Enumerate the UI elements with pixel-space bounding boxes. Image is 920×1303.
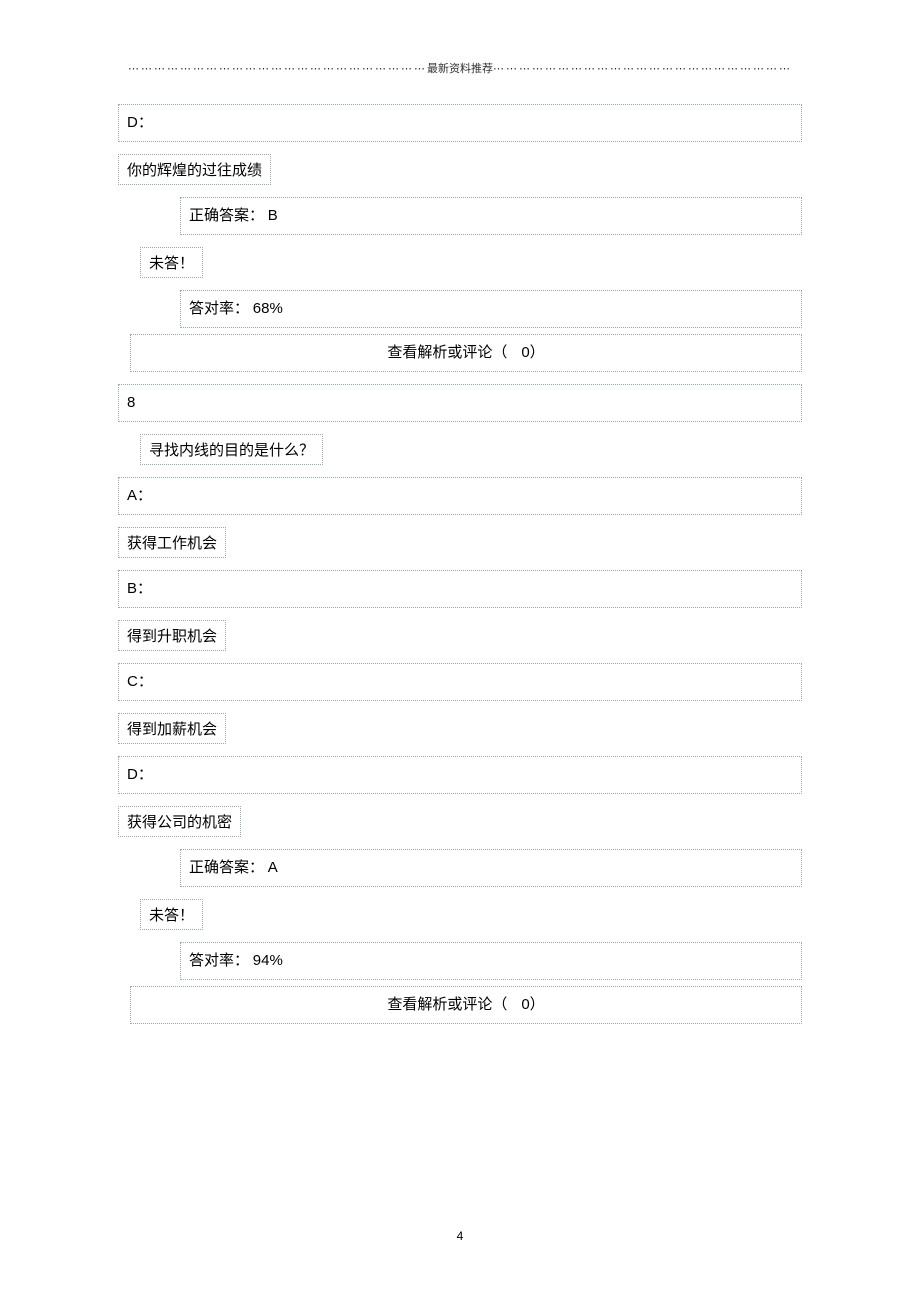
correct-answer-value: A: [268, 859, 278, 876]
comments-count: 0: [521, 344, 529, 361]
accuracy-row: 答对率： 68%: [180, 290, 802, 328]
accuracy-row: 答对率： 94%: [180, 942, 802, 980]
question-number: 8: [118, 384, 802, 422]
header-dots-right: ⋯⋯⋯⋯⋯⋯⋯⋯⋯⋯⋯⋯⋯⋯⋯⋯⋯⋯⋯⋯⋯⋯⋯: [493, 63, 792, 75]
comments-suffix: ）: [530, 997, 545, 1013]
header-title: 最新资料推荐: [427, 63, 493, 75]
option-b-label: B：: [118, 570, 802, 608]
accuracy-value: 94%: [253, 952, 283, 969]
document-page: ⋯⋯⋯⋯⋯⋯⋯⋯⋯⋯⋯⋯⋯⋯⋯⋯⋯⋯⋯⋯⋯⋯⋯最新资料推荐⋯⋯⋯⋯⋯⋯⋯⋯⋯⋯⋯…: [0, 0, 920, 1303]
option-d-label: D：: [118, 756, 802, 794]
option-d-label: D：: [118, 104, 802, 142]
page-header: ⋯⋯⋯⋯⋯⋯⋯⋯⋯⋯⋯⋯⋯⋯⋯⋯⋯⋯⋯⋯⋯⋯⋯最新资料推荐⋯⋯⋯⋯⋯⋯⋯⋯⋯⋯⋯…: [118, 60, 802, 76]
comments-suffix: ）: [530, 345, 545, 361]
unanswered-label: 未答！: [140, 899, 203, 930]
option-c-label: C：: [118, 663, 802, 701]
comments-link[interactable]: 查看解析或评论（ 0）: [130, 986, 802, 1024]
correct-answer-label: 正确答案：: [189, 860, 264, 876]
comments-link[interactable]: 查看解析或评论（ 0）: [130, 334, 802, 372]
option-d-text: 你的辉煌的过往成绩: [118, 154, 271, 185]
header-dots-left: ⋯⋯⋯⋯⋯⋯⋯⋯⋯⋯⋯⋯⋯⋯⋯⋯⋯⋯⋯⋯⋯⋯⋯: [128, 63, 427, 75]
option-c-text: 得到加薪机会: [118, 713, 226, 744]
accuracy-label: 答对率：: [189, 953, 249, 969]
comments-count: 0: [521, 996, 529, 1013]
correct-answer-label: 正确答案：: [189, 208, 264, 224]
option-d-text: 获得公司的机密: [118, 806, 241, 837]
option-b-text: 得到升职机会: [118, 620, 226, 651]
comments-label: 查看解析或评论（: [387, 997, 507, 1013]
option-a-text: 获得工作机会: [118, 527, 226, 558]
unanswered-label: 未答！: [140, 247, 203, 278]
correct-answer-row: 正确答案： A: [180, 849, 802, 887]
option-a-label: A：: [118, 477, 802, 515]
comments-label: 查看解析或评论（: [387, 345, 507, 361]
page-number: 4: [0, 1229, 920, 1243]
accuracy-label: 答对率：: [189, 301, 249, 317]
correct-answer-row: 正确答案： B: [180, 197, 802, 235]
accuracy-value: 68%: [253, 300, 283, 317]
question-text: 寻找内线的目的是什么？: [140, 434, 323, 465]
correct-answer-value: B: [268, 207, 278, 224]
